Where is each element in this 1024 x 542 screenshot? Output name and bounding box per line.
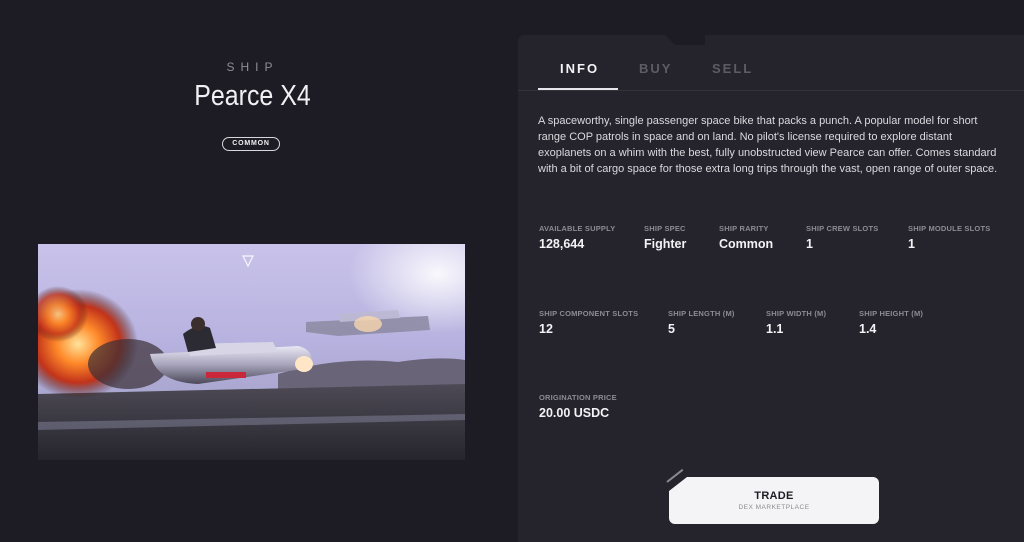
rarity-badge: COMMON: [222, 137, 280, 151]
stat-label: AVAILABLE SUPPLY: [539, 224, 616, 233]
stat-ship-spec: SHIP SPEC Fighter: [644, 224, 686, 251]
stat-label: SHIP COMPONENT SLOTS: [539, 309, 639, 318]
tab-sell[interactable]: SELL: [712, 61, 753, 76]
stat-value: 1: [908, 237, 915, 251]
stat-label: ORIGINATION PRICE: [539, 393, 617, 402]
ship-title: Pearce X4: [194, 80, 311, 112]
ship-detail-page: SHIP Pearce X4 COMMON INFO BUY SELL A sp…: [0, 0, 1024, 542]
stat-crew-slots: SHIP CREW SLOTS 1: [806, 224, 878, 251]
stat-value: 1.1: [766, 322, 784, 336]
stat-module-slots: SHIP MODULE SLOTS 1: [908, 224, 990, 251]
ship-description: A spaceworthy, single passenger space bi…: [538, 115, 998, 175]
stat-ship-length: SHIP LENGTH (M) 5: [668, 309, 735, 336]
stat-label: SHIP MODULE SLOTS: [908, 224, 991, 233]
trade-button-sublabel: DEX MARKETPLACE: [738, 504, 810, 511]
tab-info[interactable]: INFO: [560, 61, 599, 76]
stat-label: SHIP SPEC: [644, 224, 686, 233]
stat-value: 5: [668, 322, 675, 336]
stat-label: SHIP RARITY: [719, 224, 769, 233]
ship-overview: SHIP Pearce X4 COMMON: [0, 0, 505, 542]
stat-component-slots: SHIP COMPONENT SLOTS 12: [539, 309, 638, 336]
stat-ship-height: SHIP HEIGHT (M) 1.4: [859, 309, 923, 336]
stat-ship-rarity: SHIP RARITY Common: [719, 224, 773, 251]
tab-buy[interactable]: BUY: [639, 61, 672, 76]
stat-value: 20.00 USDC: [539, 406, 610, 420]
stat-available-supply: AVAILABLE SUPPLY 128,644: [539, 224, 615, 251]
ship-kicker: SHIP: [226, 60, 279, 74]
stat-ship-width: SHIP WIDTH (M) 1.1: [766, 309, 826, 336]
stat-label: SHIP LENGTH (M): [668, 309, 735, 318]
stat-value: Common: [719, 237, 774, 251]
stat-label: SHIP WIDTH (M): [766, 309, 827, 318]
stat-origination-price: ORIGINATION PRICE 20.00 USDC: [539, 393, 617, 420]
stat-value: 128,644: [539, 237, 585, 251]
trade-button-label: TRADE: [754, 490, 794, 502]
ship-artwork: [38, 244, 465, 460]
info-panel: [518, 35, 1024, 542]
stat-value: 12: [539, 322, 553, 336]
tab-divider: [518, 90, 1024, 91]
stat-value: 1.4: [859, 322, 877, 336]
stat-label: SHIP CREW SLOTS: [806, 224, 879, 233]
stat-value: Fighter: [644, 237, 687, 251]
trade-button[interactable]: TRADE DEX MARKETPLACE: [669, 477, 879, 524]
stat-label: SHIP HEIGHT (M): [859, 309, 924, 318]
stat-value: 1: [806, 237, 813, 251]
